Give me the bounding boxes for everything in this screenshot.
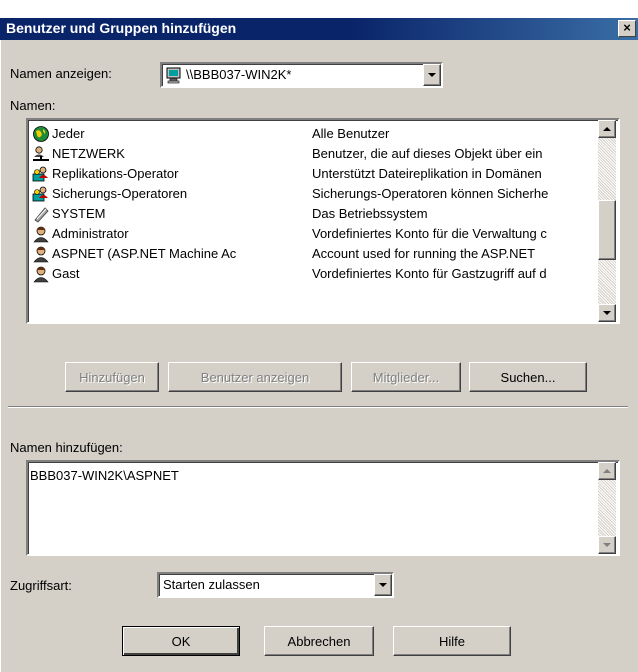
window-title: Benutzer und Gruppen hinzufügen <box>6 20 237 36</box>
item-description: Alle Benutzer <box>312 126 390 141</box>
add-names-value: BBB037-WIN2K\ASPNET <box>30 468 179 483</box>
scroll-up-button[interactable] <box>598 462 616 480</box>
access-type-value: Starten zulassen <box>163 577 260 592</box>
show-names-value: \\BBB037-WIN2K* <box>186 67 292 82</box>
item-description: Das Betriebssystem <box>312 206 428 221</box>
group-icon <box>32 165 50 183</box>
list-item[interactable]: SYSTEM Das Betriebssystem <box>32 204 598 224</box>
item-description: Account used for running the ASP.NET <box>312 246 536 261</box>
names-label: Namen: <box>10 98 56 113</box>
members-button[interactable]: Mitglieder... <box>351 362 461 392</box>
close-button[interactable]: × <box>618 20 636 37</box>
list-item[interactable]: Gast Vordefiniertes Konto für Gastzugrif… <box>32 264 598 284</box>
list-item[interactable]: Sicherungs-Operatoren Sicherungs-Operato… <box>32 184 598 204</box>
background-strip <box>0 0 638 18</box>
chevron-down-icon <box>428 73 436 77</box>
arrow-down-icon <box>603 543 611 547</box>
network-user-icon <box>32 145 50 163</box>
computer-icon <box>165 66 183 84</box>
scroll-down-button[interactable] <box>598 304 616 322</box>
scroll-up-button[interactable] <box>598 120 616 138</box>
item-name: NETZWERK <box>52 146 125 161</box>
chevron-down-icon <box>379 583 387 587</box>
help-button[interactable]: Hilfe <box>393 626 511 656</box>
show-names-label: Namen anzeigen: <box>10 66 112 81</box>
cancel-button[interactable]: Abbrechen <box>264 626 374 656</box>
add-names-scrollbar[interactable] <box>598 462 616 554</box>
show-users-button[interactable]: Benutzer anzeigen <box>168 362 342 392</box>
arrow-up-icon <box>603 469 611 473</box>
group-icon <box>32 185 50 203</box>
list-item[interactable]: Administrator Vordefiniertes Konto für d… <box>32 224 598 244</box>
item-name: Sicherungs-Operatoren <box>52 186 188 201</box>
ok-button[interactable]: OK <box>122 626 240 656</box>
system-icon <box>32 205 50 223</box>
item-description: Unterstützt Dateireplikation in Domänen <box>312 166 542 181</box>
arrow-up-icon <box>603 127 611 131</box>
scroll-down-button[interactable] <box>598 536 616 554</box>
add-names-textarea[interactable]: BBB037-WIN2K\ASPNET <box>26 460 620 556</box>
search-button[interactable]: Suchen... <box>469 362 587 392</box>
item-description: Vordefiniertes Konto für die Verwaltung … <box>312 226 547 241</box>
user-icon <box>32 225 50 243</box>
item-name: SYSTEM <box>52 206 106 221</box>
add-button[interactable]: Hinzufügen <box>65 362 159 392</box>
user-icon <box>32 245 50 263</box>
list-item[interactable]: Replikations-Operator Unterstützt Dateir… <box>32 164 598 184</box>
user-icon <box>32 265 50 283</box>
list-item[interactable]: NETZWERK Benutzer, die auf dieses Objekt… <box>32 144 598 164</box>
separator <box>8 406 628 408</box>
show-names-dropdown[interactable]: \\BBB037-WIN2K* <box>160 62 443 88</box>
title-bar[interactable]: Benutzer und Gruppen hinzufügen × <box>0 18 638 40</box>
item-name: Replikations-Operator <box>52 166 179 181</box>
access-type-dropdown-button[interactable] <box>374 574 392 596</box>
scroll-thumb[interactable] <box>598 200 616 260</box>
item-description: Vordefiniertes Konto für Gastzugriff auf… <box>312 266 547 281</box>
item-description: Benutzer, die auf dieses Objekt über ein <box>312 146 543 161</box>
access-type-label: Zugriffsart: <box>10 578 72 593</box>
add-names-label: Namen hinzufügen: <box>10 440 123 455</box>
access-type-dropdown[interactable]: Starten zulassen <box>157 572 394 598</box>
show-names-dropdown-button[interactable] <box>423 64 441 86</box>
item-description: Sicherungs-Operatoren können Sicherhe <box>312 186 549 201</box>
item-name: ASPNET (ASP.NET Machine Ac <box>52 246 237 261</box>
item-name: Jeder <box>52 126 85 141</box>
names-list[interactable]: Jeder Alle Benutzer NETZWERK Benutzer, d… <box>26 118 620 324</box>
item-name: Gast <box>52 266 80 281</box>
list-item[interactable]: ASPNET (ASP.NET Machine Ac Account used … <box>32 244 598 264</box>
item-name: Administrator <box>52 226 129 241</box>
names-list-scrollbar[interactable] <box>598 120 616 322</box>
globe-icon <box>32 125 50 143</box>
arrow-down-icon <box>603 311 611 315</box>
list-item[interactable]: Jeder Alle Benutzer <box>32 124 598 144</box>
